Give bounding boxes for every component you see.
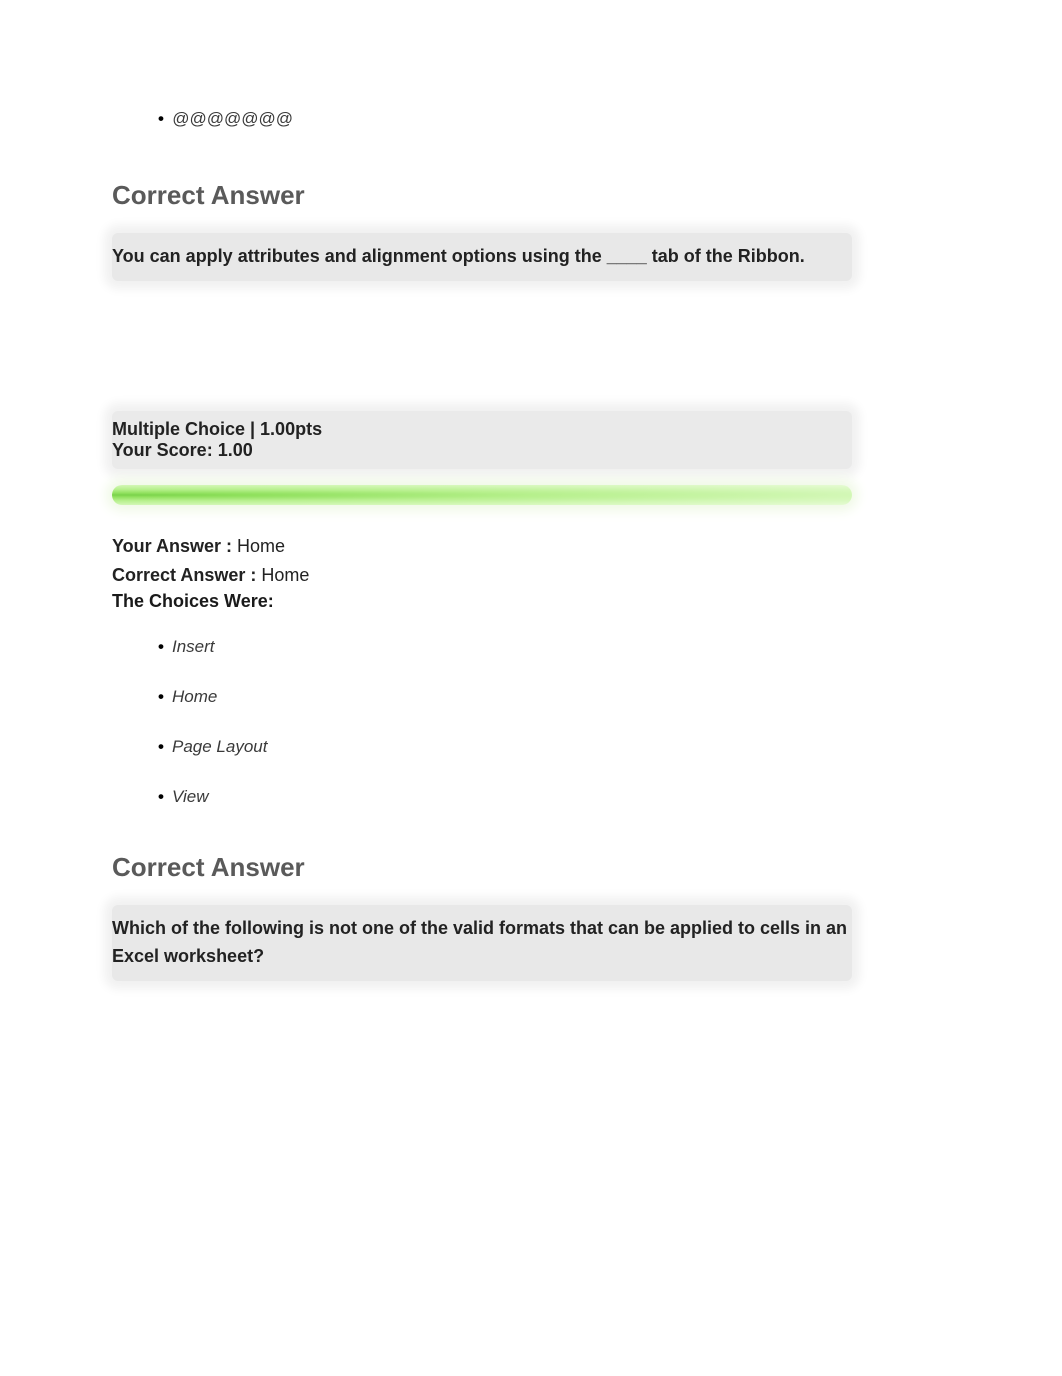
page-container: @@@@@@@ Correct Answer You can apply att… bbox=[0, 0, 1062, 1376]
correct-answer-heading: Correct Answer bbox=[112, 852, 852, 883]
choice-item: View bbox=[158, 786, 852, 808]
correct-answer-value: Home bbox=[256, 565, 309, 585]
choice-item: Insert bbox=[158, 636, 852, 658]
question-text: You can apply attributes and alignment o… bbox=[112, 243, 852, 271]
choice-item: Page Layout bbox=[158, 736, 852, 758]
correct-answer-label: Correct Answer : bbox=[112, 565, 256, 585]
choices-heading: The Choices Were: bbox=[112, 591, 852, 612]
choice-item: @@@@@@@ bbox=[158, 108, 852, 130]
question-meta-block: Multiple Choice | 1.00pts Your Score: 1.… bbox=[112, 411, 852, 469]
your-score: Your Score: 1.00 bbox=[112, 440, 852, 461]
content-column: @@@@@@@ Correct Answer You can apply att… bbox=[112, 0, 852, 981]
your-answer-value: Home bbox=[232, 536, 285, 556]
correct-answer-heading: Correct Answer bbox=[112, 180, 852, 211]
correct-answer-row: Correct Answer : Home bbox=[112, 562, 852, 589]
question-block: You can apply attributes and alignment o… bbox=[112, 233, 852, 281]
your-answer-row: Your Answer : Home bbox=[112, 533, 852, 560]
score-status-bar bbox=[112, 485, 852, 505]
your-answer-label: Your Answer : bbox=[112, 536, 232, 556]
question-block: Which of the following is not one of the… bbox=[112, 905, 852, 981]
prior-question-choices-fragment: @@@@@@@ bbox=[158, 108, 852, 130]
question-text: Which of the following is not one of the… bbox=[112, 915, 852, 971]
choices-list: Insert Home Page Layout View bbox=[158, 636, 852, 808]
choice-item: Home bbox=[158, 686, 852, 708]
question-type-points: Multiple Choice | 1.00pts bbox=[112, 419, 852, 440]
